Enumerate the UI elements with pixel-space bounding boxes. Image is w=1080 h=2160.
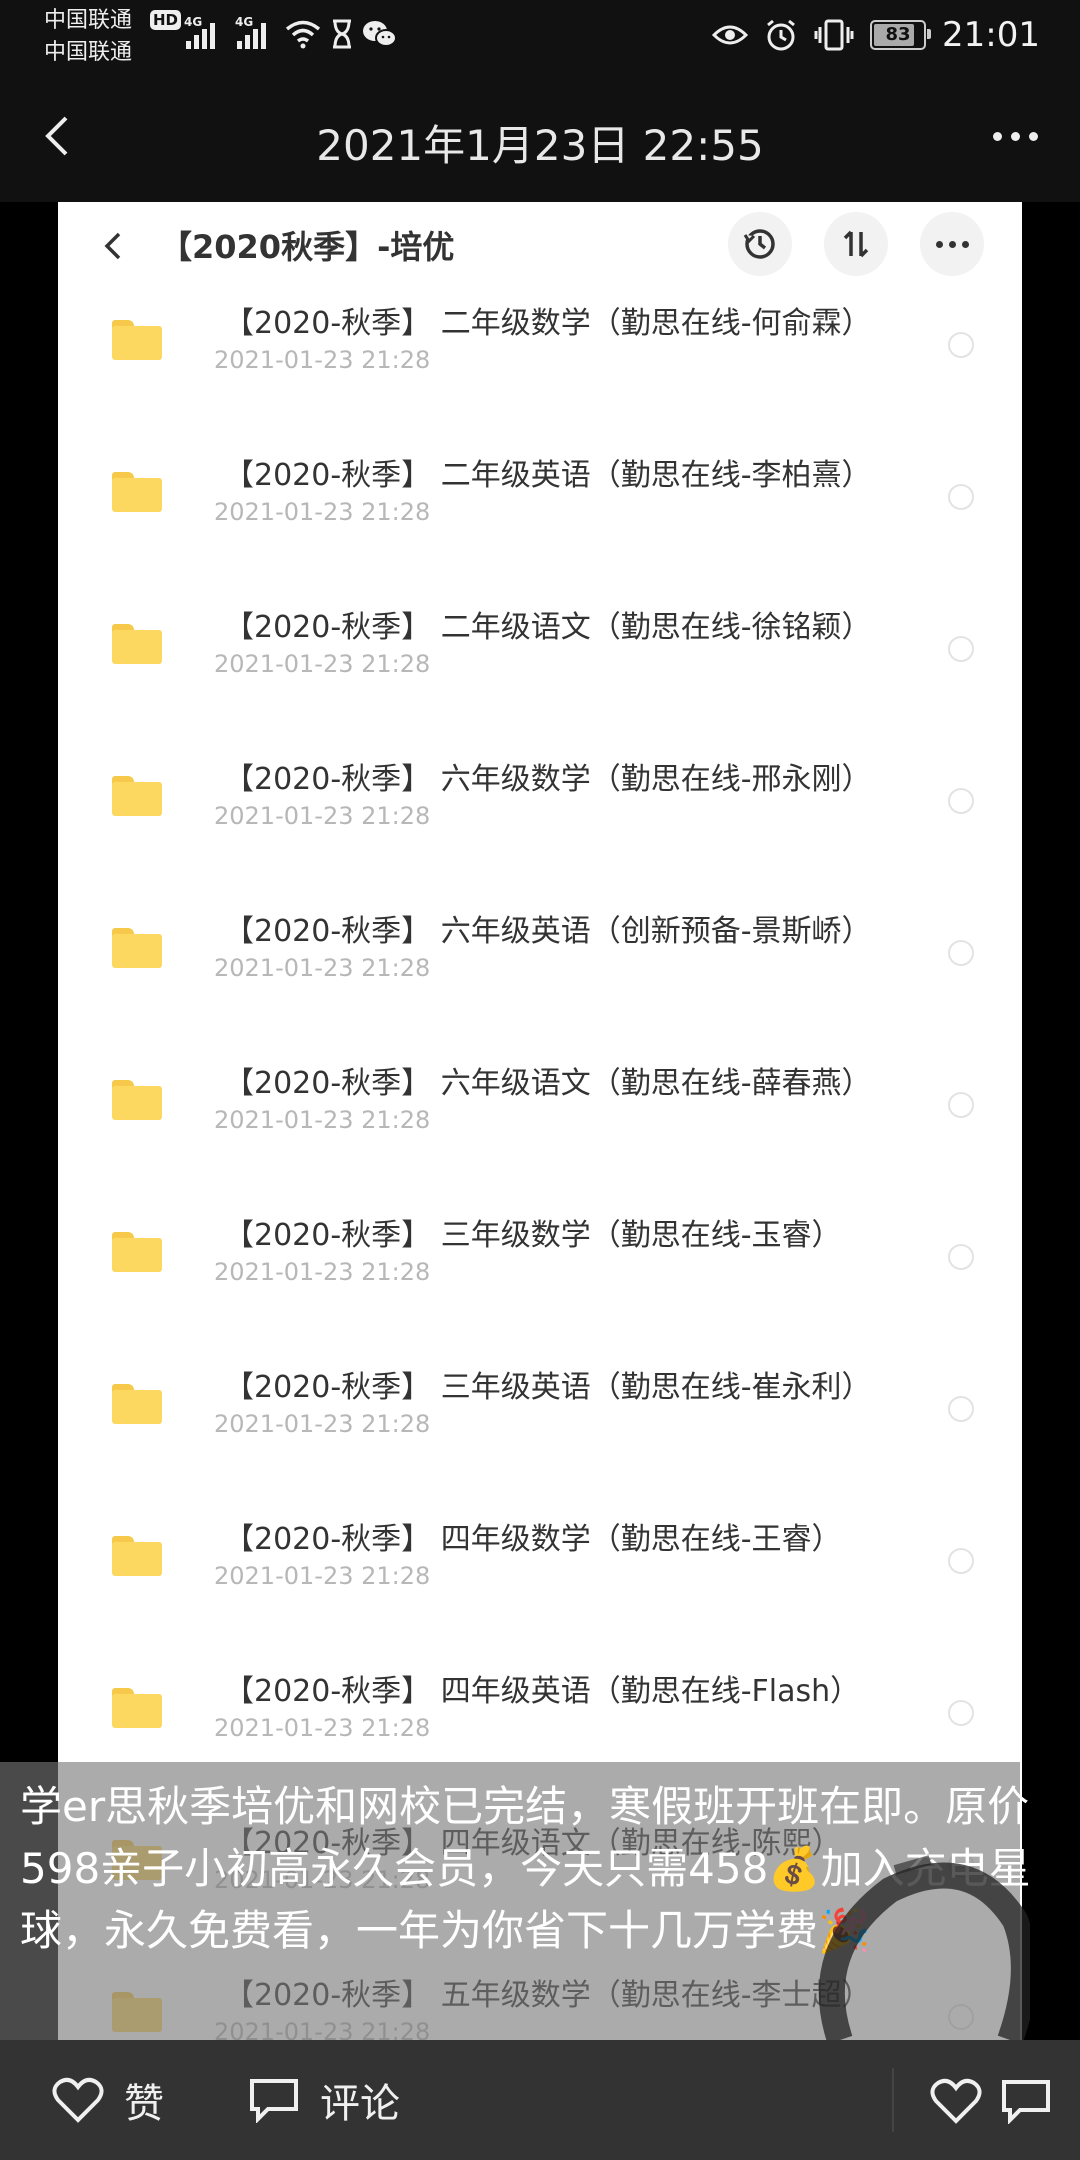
folder-date: 2021-01-23 21:28 (214, 802, 431, 830)
folder-date: 2021-01-23 21:28 (214, 346, 431, 374)
network-type-label: 4G (184, 15, 203, 29)
folder-row: 【2020-秋季】 二年级英语（勤思在线-李柏熹） 2021-01-23 21:2… (58, 442, 1022, 594)
more-options-button[interactable] (980, 106, 1050, 166)
image-back-icon (104, 232, 121, 260)
folder-row: 【2020-秋季】 二年级数学（勤思在线-何俞霖） 2021-01-23 21:2… (58, 290, 1022, 442)
bottom-divider (892, 2068, 894, 2132)
folder-icon (112, 320, 162, 360)
select-radio (948, 1244, 974, 1270)
folder-icon (112, 1536, 162, 1576)
hd-badge: HD (150, 10, 182, 30)
comment-icon[interactable] (1000, 2078, 1052, 2124)
heart-icon[interactable] (930, 2078, 982, 2124)
folder-icon (112, 1232, 162, 1272)
folder-icon (112, 472, 162, 512)
vibrate-icon (814, 19, 854, 51)
select-radio (948, 1700, 974, 1726)
image-history-button (728, 212, 792, 276)
carrier-label-2: 中国联通 (44, 40, 133, 65)
network-icons: 4G 4G (184, 14, 398, 54)
sort-icon (843, 230, 869, 258)
folder-name: 【2020-秋季】 四年级英语（勤思在线-Flash） (224, 1674, 861, 1709)
select-radio (948, 636, 974, 662)
alarm-icon (767, 19, 795, 51)
more-dots-icon (935, 240, 969, 248)
folder-date: 2021-01-23 21:28 (214, 1106, 431, 1134)
watermark-seal-icon (818, 1855, 1030, 2040)
signal-icon-2: 4G (235, 15, 266, 49)
network-type-label-2: 4G (235, 15, 254, 29)
folder-row: 【2020-秋季】 六年级英语（创新预备-景斯峤） 2021-01-23 21:2… (58, 898, 1022, 1050)
folder-date: 2021-01-23 21:28 (214, 1258, 431, 1286)
folder-icon (112, 1688, 162, 1728)
comment-button[interactable]: 评论 (248, 2070, 400, 2130)
folder-date: 2021-01-23 21:28 (214, 1562, 431, 1590)
folder-icon (112, 624, 162, 664)
folder-date: 2021-01-23 21:28 (214, 1714, 431, 1742)
bottom-action-bar: 赞 评论 (0, 2040, 1080, 2160)
folder-row: 【2020-秋季】 三年级英语（勤思在线-崔永利） 2021-01-23 21:2… (58, 1354, 1022, 1506)
folder-name: 【2020-秋季】 三年级英语（勤思在线-崔永利） (224, 1370, 872, 1405)
folder-name: 【2020-秋季】 二年级英语（勤思在线-李柏熹） (224, 458, 872, 493)
folder-name: 【2020-秋季】 二年级数学（勤思在线-何俞霖） (224, 306, 872, 341)
eye-icon (712, 25, 749, 45)
folder-name: 【2020-秋季】 六年级英语（创新预备-景斯峤） (224, 914, 872, 949)
signal-icon: 4G (184, 15, 215, 49)
folder-row: 【2020-秋季】 四年级数学（勤思在线-王睿） 2021-01-23 21:28 (58, 1506, 1022, 1658)
more-dots-icon (992, 131, 1002, 141)
select-radio (948, 484, 974, 510)
folder-date: 2021-01-23 21:28 (214, 650, 431, 678)
folder-icon (112, 1080, 162, 1120)
wifi-icon (285, 20, 321, 49)
image-sort-button (824, 212, 888, 276)
select-radio (948, 1092, 974, 1118)
folder-row: 【2020-秋季】 三年级数学（勤思在线-玉睿） 2021-01-23 21:28 (58, 1202, 1022, 1354)
carrier-label-1: 中国联通 (44, 8, 133, 33)
comment-label: 评论 (320, 2081, 400, 2127)
status-right: 83 21:01 (712, 10, 1040, 60)
folder-date: 2021-01-23 21:28 (214, 954, 431, 982)
folder-name: 【2020-秋季】 六年级数学（勤思在线-邢永刚） (224, 762, 872, 797)
folder-row: 【2020-秋季】 六年级语文（勤思在线-薛春燕） 2021-01-23 21:2… (58, 1050, 1022, 1202)
battery-icon: 83 (870, 20, 932, 50)
history-icon (743, 229, 775, 259)
like-button[interactable]: 赞 (52, 2070, 164, 2130)
like-label: 赞 (124, 2081, 164, 2127)
folder-name: 【2020-秋季】 四年级数学（勤思在线-王睿） (224, 1522, 842, 1557)
folder-date: 2021-01-23 21:28 (214, 498, 431, 526)
folder-icon (112, 1384, 162, 1424)
battery-level: 83 (885, 24, 911, 45)
folder-name: 【2020-秋季】 三年级数学（勤思在线-玉睿） (224, 1218, 842, 1253)
status-bar: 中国联通 中国联通 HD 4G 4G 83 21:01 (0, 0, 1080, 72)
folder-row: 【2020-秋季】 二年级语文（勤思在线-徐铭颖） 2021-01-23 21:2… (58, 594, 1022, 746)
folder-date: 2021-01-23 21:28 (214, 1410, 431, 1438)
folder-row: 【2020-秋季】 六年级数学（勤思在线-邢永刚） 2021-01-23 21:2… (58, 746, 1022, 898)
image-more-button (920, 212, 984, 276)
top-app-bar: 2021年1月23日 22:55 (0, 72, 1080, 202)
folder-icon (112, 776, 162, 816)
select-radio (948, 940, 974, 966)
comment-icon (250, 2079, 298, 2123)
heart-icon (52, 2077, 104, 2123)
hourglass-icon (333, 19, 351, 49)
wechat-icon (363, 21, 397, 47)
post-timestamp: 2021年1月23日 22:55 (316, 121, 764, 170)
status-time: 21:01 (942, 15, 1040, 55)
image-header: 【2020秋季】-培优 (58, 202, 1022, 290)
image-folder-title: 【2020秋季】-培优 (160, 228, 455, 266)
folder-icon (112, 928, 162, 968)
select-radio (948, 1396, 974, 1422)
folder-name: 【2020-秋季】 六年级语文（勤思在线-薛春燕） (224, 1066, 872, 1101)
select-radio (948, 788, 974, 814)
folder-name: 【2020-秋季】 二年级语文（勤思在线-徐铭颖） (224, 610, 872, 645)
select-radio (948, 332, 974, 358)
select-radio (948, 1548, 974, 1574)
